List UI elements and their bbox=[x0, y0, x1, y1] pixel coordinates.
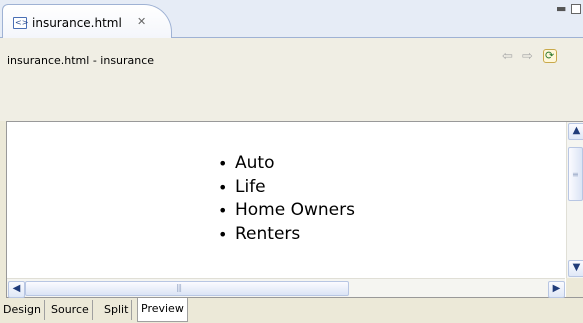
vertical-scroll-thumb[interactable]: ≡ bbox=[568, 147, 583, 201]
horizontal-scroll-thumb[interactable]: ||| bbox=[25, 281, 349, 296]
document-title: insurance.html - insurance bbox=[7, 54, 155, 67]
editor-mode-tabs: Design Source Split Preview bbox=[0, 298, 583, 323]
scroll-down-button[interactable]: ▼ bbox=[568, 260, 583, 277]
vertical-scrollbar[interactable]: ▲ ≡ ▼ bbox=[566, 122, 583, 278]
list-item: Auto bbox=[217, 152, 355, 176]
tab-design[interactable]: Design bbox=[0, 300, 45, 320]
bullet-list: Auto Life Home Owners Renters bbox=[217, 152, 355, 246]
refresh-icon[interactable]: ⟳ bbox=[543, 49, 557, 63]
forward-arrow-icon[interactable]: ⇨ bbox=[522, 49, 533, 64]
scroll-up-button[interactable]: ▲ bbox=[568, 123, 583, 140]
close-tab-icon[interactable]: ✕ bbox=[137, 15, 146, 28]
tab-split[interactable]: Split bbox=[101, 300, 133, 320]
list-item: Renters bbox=[217, 223, 355, 247]
scrollbar-corner bbox=[566, 278, 583, 297]
editor-tab-strip: <> insurance.html ✕ ▬ bbox=[0, 0, 583, 38]
html-file-icon: <> bbox=[13, 17, 29, 29]
tab-preview[interactable]: Preview bbox=[137, 298, 188, 322]
editor-tab[interactable]: <> insurance.html ✕ bbox=[2, 4, 172, 38]
maximize-icon[interactable] bbox=[571, 4, 581, 14]
back-arrow-icon[interactable]: ⇦ bbox=[502, 49, 513, 64]
tab-source[interactable]: Source bbox=[48, 300, 93, 320]
minimize-icon[interactable]: ▬ bbox=[556, 2, 566, 15]
list-item: Home Owners bbox=[217, 199, 355, 223]
list-item: Life bbox=[217, 176, 355, 200]
preview-content: Auto Life Home Owners Renters bbox=[7, 122, 565, 278]
scroll-right-button[interactable]: ▶ bbox=[548, 281, 565, 298]
editor-tab-label: insurance.html bbox=[32, 16, 122, 30]
scroll-left-button[interactable]: ◀ bbox=[8, 281, 25, 298]
horizontal-scrollbar[interactable]: ◀ ||| ▶ bbox=[7, 278, 565, 298]
preview-pane: Auto Life Home Owners Renters ▲ ≡ ▼ ◀ ||… bbox=[6, 121, 583, 298]
editor-header: insurance.html - insurance ⇦ ⇨ ⟳ bbox=[0, 38, 583, 121]
